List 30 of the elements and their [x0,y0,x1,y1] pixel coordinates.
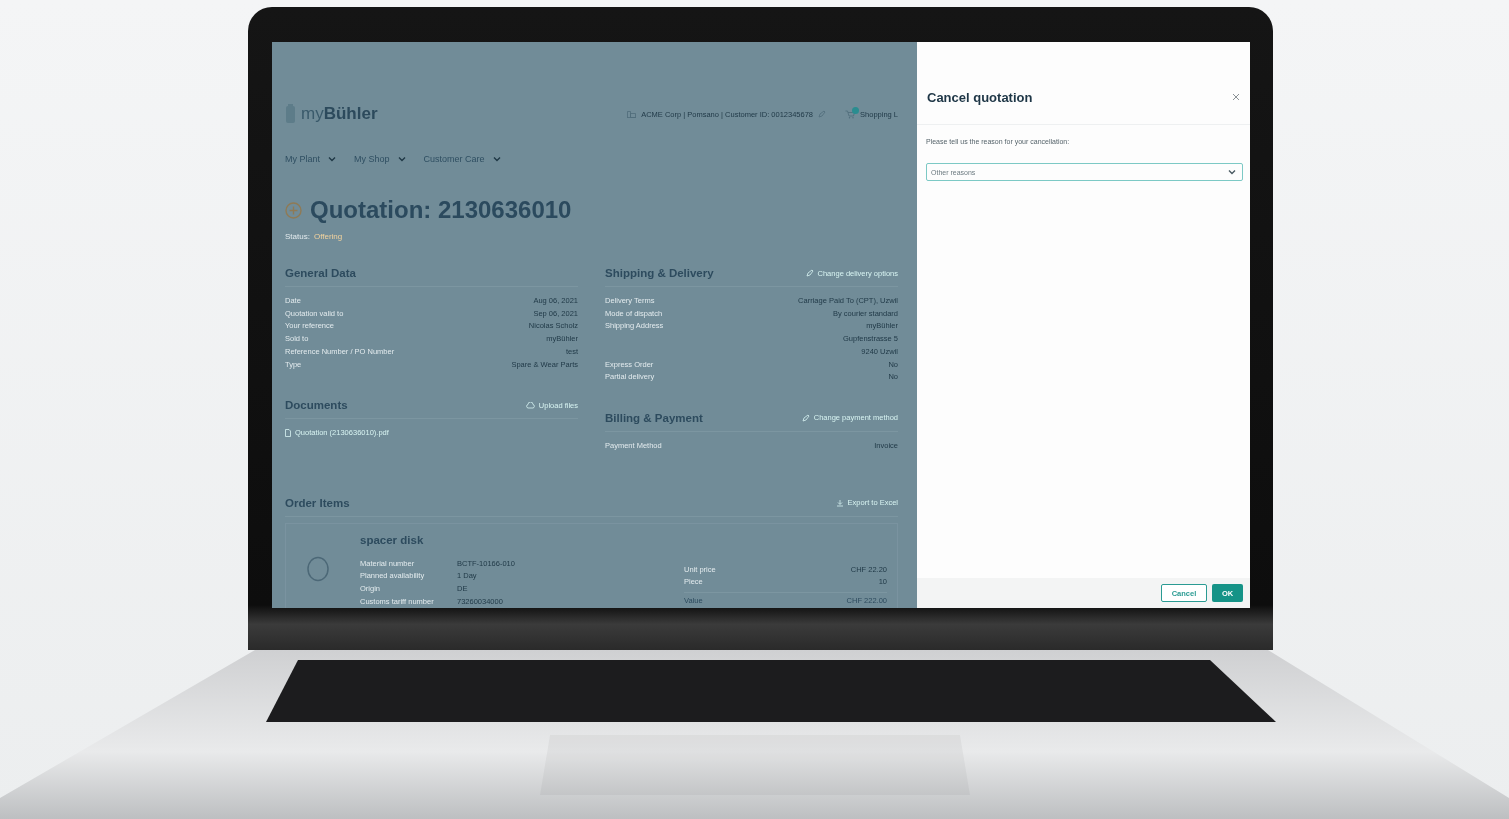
nav-menu[interactable]: Customer Care [423,154,501,164]
item-name: spacer disk [360,533,425,546]
page-title: Quotation: 2130636010 [310,196,572,224]
chevron-down-icon [492,156,501,162]
section-heading: Billing & Payment [605,411,703,424]
pencil-icon [805,269,814,277]
chevron-down-icon [328,156,336,162]
document-icon [285,428,291,437]
status-label: Status: [285,232,310,241]
section-heading: General Data [285,267,356,279]
pencil-icon [818,110,827,118]
chevron-down-icon [397,156,406,162]
plus-circle-icon [285,201,302,219]
chevron-down-icon [1228,169,1236,175]
nav-menu[interactable]: My Plant [285,154,336,164]
section-heading: Shipping & Delivery [605,267,714,279]
notification-dot [852,106,860,114]
pencil-icon [801,413,810,422]
section-heading: Order Items [285,496,350,509]
status-value: Offering [313,232,343,241]
close-button[interactable] [1232,93,1240,101]
building-icon [627,110,637,118]
section-heading: Documents [285,399,348,412]
download-icon [835,498,844,507]
nav-menu[interactable]: My Shop [354,154,406,164]
brand-logo[interactable]: myBühler [301,104,378,124]
close-icon [1232,93,1240,101]
dialog-title: Cancel quotation [927,90,1033,105]
ring-icon [306,555,330,582]
cloud-icon [525,401,535,409]
